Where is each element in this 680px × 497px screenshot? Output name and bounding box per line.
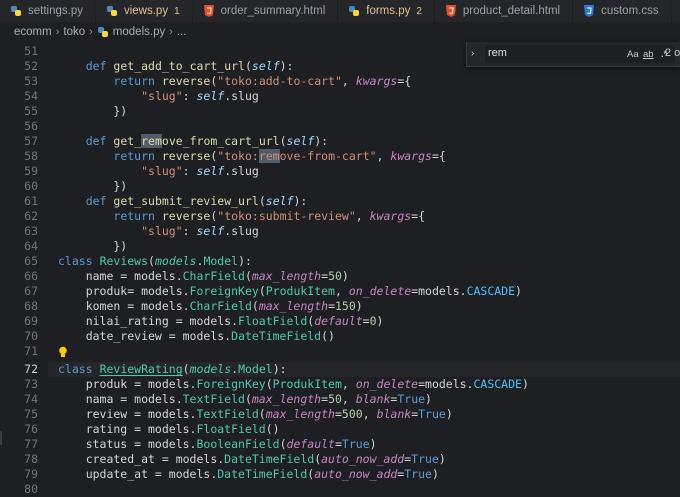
css3-icon [584, 5, 595, 17]
chevron-right-icon[interactable]: › [471, 48, 474, 59]
tab-label: order_summary.html [220, 5, 326, 17]
code-line: date_review = models.DateTimeField() [58, 329, 335, 343]
line-number: 53 [24, 74, 38, 88]
tab-bar: settings.py views.py 1 order_summary.htm… [0, 0, 680, 23]
code-line: "slug": self.slug [141, 164, 259, 178]
problem-count-badge: 2 [416, 5, 422, 17]
code-line: return reverse("toko:add-to-cart", kwarg… [113, 74, 412, 88]
tab-settings-py[interactable]: settings.py [0, 0, 96, 22]
breadcrumb-folder-ecomm[interactable]: ecomm [14, 26, 52, 38]
line-number: 70 [24, 329, 38, 343]
line-number: 77 [24, 437, 38, 451]
tab-label: forms.py [366, 5, 411, 17]
code-line: status = models.BooleanField(default=Tru… [58, 437, 377, 451]
line-number: 51 [24, 44, 38, 58]
code-line: return reverse("toko:remove-from-cart", … [113, 149, 446, 163]
code-line: "slug": self.slug [141, 224, 259, 238]
line-number-current: 72 [24, 362, 38, 376]
problem-count-badge: 1 [174, 5, 180, 17]
find-widget: › rem Aa ab .* 2 of [466, 42, 680, 67]
line-number: 52 [24, 59, 38, 73]
code-line: produk = models.ForeignKey(ProdukItem, o… [58, 377, 529, 391]
line-number: 79 [24, 467, 38, 481]
line-number: 76 [24, 422, 38, 436]
line-number: 58 [24, 149, 38, 163]
line-number: 66 [24, 269, 38, 283]
code-line: return reverse("toko:submit-review", kwa… [113, 209, 426, 223]
find-input[interactable]: rem Aa ab .* [485, 45, 675, 63]
find-result-count: 2 of [665, 47, 680, 59]
code-line: name = models.CharField(max_length=50) [58, 269, 349, 283]
code-line: nilai_rating = models.FloatField(default… [58, 314, 384, 328]
code-line: nama = models.TextField(max_length=50, b… [58, 392, 432, 406]
line-number: 63 [24, 224, 38, 238]
chevron-right-icon: › [89, 26, 93, 38]
tab-label: views.py [123, 5, 169, 17]
chevron-right-icon: › [169, 26, 173, 38]
find-input-value: rem [488, 47, 507, 59]
tab-label: product_detail.html [462, 5, 561, 17]
line-number: 56 [24, 119, 38, 133]
code-line: komen = models.CharField(max_length=150) [58, 299, 363, 313]
python-icon [97, 27, 108, 37]
code-line: def get_add_to_cart_url(self): [85, 59, 294, 73]
line-number: 54 [24, 89, 38, 103]
breadcrumb-folder-toko[interactable]: toko [63, 26, 85, 38]
line-number: 64 [24, 239, 38, 253]
code-line: "slug": self.slug [141, 89, 259, 103]
code-line: }) [58, 239, 128, 253]
line-number: 65 [24, 254, 38, 268]
line-number: 78 [24, 452, 38, 466]
code-line: created_at = models.DateTimeField(auto_n… [58, 452, 446, 466]
line-number: 57 [24, 134, 38, 148]
line-number: 60 [24, 179, 38, 193]
line-number: 68 [24, 299, 38, 313]
code-line: rating = models.FloatField() [58, 422, 280, 436]
breadcrumb-file-models-py[interactable]: models.py [113, 26, 165, 38]
code-line: def get_remove_from_cart_url(self): [85, 134, 329, 148]
tab-label: custom.css [601, 5, 659, 17]
line-number: 67 [24, 284, 38, 298]
line-number: 55 [24, 104, 38, 118]
match-case-toggle[interactable]: Aa [627, 49, 639, 60]
code-line-current: class ReviewRating(models.Model): [58, 362, 287, 376]
tab-forms-py[interactable]: forms.py 2 [338, 0, 435, 22]
search-match-highlight: rem [141, 134, 162, 148]
line-number-gutter: 51 52 53 54 55 56 57 58 59 60 61 62 63 6… [0, 42, 48, 497]
whole-word-toggle[interactable]: ab [643, 49, 654, 60]
line-number: 71 [24, 344, 38, 358]
html5-icon [445, 5, 456, 17]
python-icon [11, 6, 21, 16]
python-icon [106, 6, 117, 16]
line-number: 80 [24, 482, 38, 496]
html5-icon [203, 5, 214, 17]
line-number: 74 [24, 392, 38, 406]
code-line: update_at = models.DateTimeField(auto_no… [58, 467, 439, 481]
code-line: def get_submit_review_url(self): [85, 194, 308, 208]
tab-views-py[interactable]: views.py 1 [96, 0, 193, 22]
tab-product-detail-html[interactable]: product_detail.html [435, 0, 574, 22]
line-number: 61 [24, 194, 38, 208]
line-number: 69 [24, 314, 38, 328]
line-number: 59 [24, 164, 38, 178]
line-number: 73 [24, 377, 38, 391]
breadcrumb: ecomm › toko › models.py › ... [0, 22, 680, 42]
python-icon [349, 6, 360, 16]
code-line: class Reviews(models.Model): [58, 254, 252, 268]
chevron-right-icon: › [55, 26, 60, 38]
code-line: }) [58, 179, 128, 193]
tab-label: settings.py [28, 5, 83, 17]
line-number: 75 [24, 407, 38, 421]
line-number: 62 [24, 209, 38, 223]
code-line: }) [58, 104, 128, 118]
tab-order-summary-html[interactable]: order_summary.html [193, 0, 339, 22]
tab-custom-css[interactable]: custom.css [573, 0, 672, 22]
breadcrumb-symbols[interactable]: ... [177, 26, 187, 38]
code-editor[interactable]: 51 52 53 54 55 56 57 58 59 60 61 62 63 6… [0, 42, 680, 497]
editor-window: settings.py views.py 1 order_summary.htm… [0, 0, 680, 497]
code-line: produk= models.ForeignKey(ProdukItem, on… [58, 284, 522, 298]
search-match-highlight: rem [258, 149, 280, 163]
code-content[interactable]: def get_add_to_cart_url(self): return re… [58, 42, 678, 497]
code-line: review = models.TextField(max_length=500… [58, 407, 453, 421]
